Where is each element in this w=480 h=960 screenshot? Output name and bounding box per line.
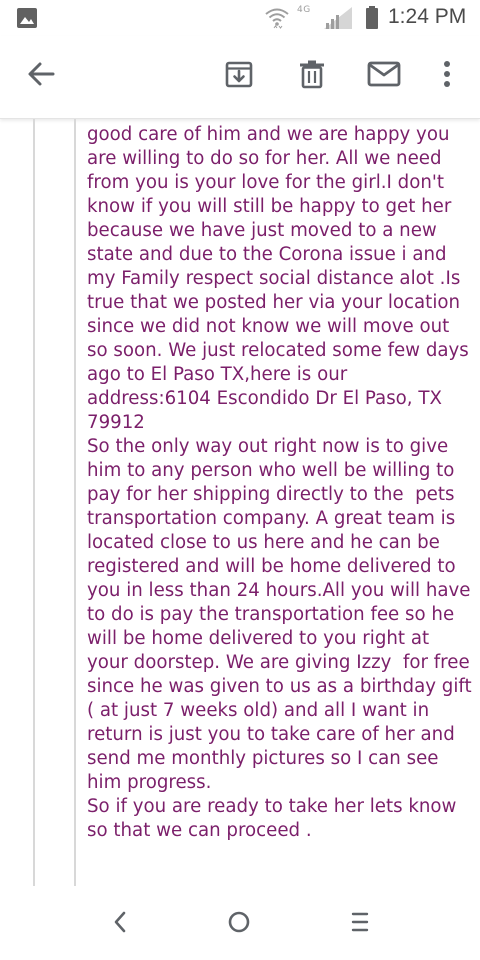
nav-back-button[interactable] (96, 900, 144, 948)
back-button[interactable] (17, 52, 65, 100)
status-time: 1:24 PM (388, 5, 467, 28)
mark-unread-button[interactable] (360, 52, 408, 100)
more-options-button[interactable] (423, 52, 471, 100)
message-body: good care of him and we are happy you ar… (87, 124, 472, 841)
delete-icon (298, 59, 326, 94)
network-type: 4G (297, 5, 311, 15)
nav-recents-button[interactable] (336, 900, 384, 948)
delete-button[interactable] (288, 52, 336, 100)
battery-icon (365, 6, 379, 35)
archive-icon (224, 59, 254, 94)
quote-bar (74, 119, 76, 886)
nav-home-icon (227, 910, 251, 939)
nav-back-icon (112, 911, 128, 938)
arrow-back-icon (27, 60, 55, 93)
signal-icon (322, 6, 354, 35)
quote-bar (33, 119, 35, 886)
system-nav-bar (0, 886, 480, 960)
email-toolbar (0, 36, 480, 119)
more-vert-icon (442, 60, 452, 93)
nav-recents-icon (348, 910, 372, 939)
status-bar: 4G 1:24 PM (0, 0, 480, 36)
mark-unread-icon (367, 61, 401, 92)
nav-home-button[interactable] (215, 900, 263, 948)
archive-button[interactable] (215, 52, 263, 100)
photo-icon (16, 7, 38, 34)
wifi-icon (264, 5, 290, 36)
email-content[interactable]: good care of him and we are happy you ar… (0, 119, 480, 886)
